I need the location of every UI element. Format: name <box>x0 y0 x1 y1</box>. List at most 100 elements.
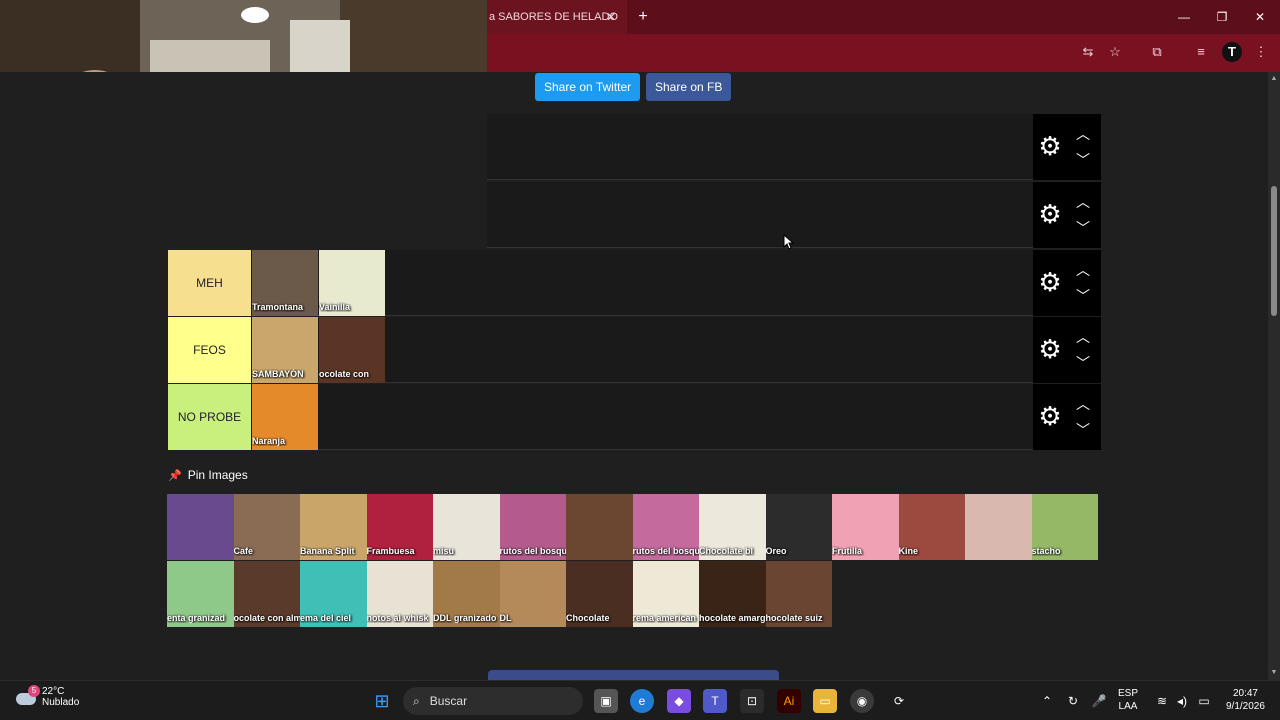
chrome-icon[interactable]: ◉ <box>850 689 874 713</box>
flavor-image[interactable]: rutos del bosqu <box>632 494 700 560</box>
flavor-label: SAMBAYÓN <box>252 369 304 379</box>
flavor-image[interactable]: notos al whisk <box>366 561 433 627</box>
move-down-chevron-icon[interactable]: ﹀ <box>1073 218 1093 238</box>
flavor-label: Chocolate <box>566 613 610 623</box>
flavor-image[interactable]: Oreo <box>765 494 832 560</box>
flavor-image[interactable]: ema del ciel <box>300 561 367 627</box>
share-fb-button[interactable]: Share on FB <box>646 73 732 101</box>
flavor-image[interactable]: Tramontana <box>252 250 318 316</box>
battery-icon[interactable]: ▭ <box>1192 689 1216 713</box>
search-icon: ⌕ <box>413 693 420 708</box>
profile-avatar[interactable]: T <box>1222 42 1242 62</box>
windows-taskbar: 5 22°C Nublado ⊞ ⌕ Buscar ▣ e ◆ T ⊡ Ai ▭… <box>0 680 1280 720</box>
file-explorer-icon[interactable]: ▭ <box>813 689 837 713</box>
task-view-icon[interactable]: ▣ <box>594 689 618 713</box>
scroll-up-icon[interactable]: ▲ <box>1268 74 1280 84</box>
flavor-label: rutos del bosqu <box>499 546 567 556</box>
download-button[interactable] <box>488 670 779 680</box>
copilot-icon[interactable]: ◆ <box>667 689 691 713</box>
tab-close-icon[interactable]: ✕ <box>603 9 619 25</box>
illustrator-icon[interactable]: Ai <box>777 689 801 713</box>
flavor-image[interactable] <box>167 494 234 560</box>
tier-label[interactable]: MEH <box>168 250 251 316</box>
sync-icon[interactable]: ↻ <box>1061 689 1085 713</box>
flavor-image[interactable]: Cafe <box>233 494 300 560</box>
settings-gear-icon[interactable]: ⚙ <box>1037 335 1063 363</box>
bookmark-star-icon[interactable]: ☆ <box>1105 42 1125 62</box>
tray-chevron-icon[interactable]: ⌃ <box>1035 689 1059 713</box>
move-up-chevron-icon[interactable]: ︿ <box>1073 124 1093 144</box>
settings-gear-icon[interactable]: ⚙ <box>1037 132 1063 160</box>
flavor-image[interactable]: Frambuesa <box>366 494 433 560</box>
browser-tab[interactable]: a SABORES DE HELADO ✕ <box>487 0 627 34</box>
flavor-image[interactable]: stacho <box>1031 494 1098 560</box>
flavor-label: Vainilla <box>319 302 351 312</box>
flavor-image[interactable]: ocolate con almend <box>233 561 301 627</box>
app-icon[interactable]: ⟳ <box>887 689 911 713</box>
flavor-image[interactable]: Naranja <box>252 384 318 450</box>
flavor-image[interactable]: Chocolate <box>566 561 633 627</box>
language-indicator[interactable]: ESP LAA <box>1118 687 1138 713</box>
move-down-chevron-icon[interactable]: ﹀ <box>1073 420 1093 440</box>
flavor-image[interactable]: hocolate amarg <box>699 561 766 627</box>
close-window-button[interactable]: ✕ <box>1247 6 1273 28</box>
volume-icon[interactable]: ◂) <box>1170 689 1194 713</box>
flavor-label: ocolate con almend <box>233 613 301 623</box>
new-tab-button[interactable]: + <box>632 6 654 28</box>
store-icon[interactable]: ⊡ <box>740 689 764 713</box>
teams-icon[interactable]: T <box>703 689 727 713</box>
flavor-label: Naranja <box>252 436 286 446</box>
move-up-chevron-icon[interactable]: ︿ <box>1073 192 1093 212</box>
move-up-chevron-icon[interactable]: ︿ <box>1073 327 1093 347</box>
move-down-chevron-icon[interactable]: ﹀ <box>1073 353 1093 373</box>
maximize-button[interactable]: ❐ <box>1209 6 1235 28</box>
flavor-image[interactable] <box>965 494 1032 560</box>
minimize-button[interactable]: — <box>1171 6 1197 28</box>
flavor-label: Banana Split <box>300 546 355 556</box>
scroll-down-icon[interactable]: ▼ <box>1268 668 1280 678</box>
tier-label[interactable]: FEOS <box>168 317 251 383</box>
flavor-image[interactable]: DL <box>499 561 566 627</box>
flavor-image[interactable]: hocolate suiz <box>765 561 832 627</box>
flavor-image[interactable]: enta granizad <box>167 561 234 627</box>
flavor-label: Oreo <box>765 546 787 556</box>
taskbar-search[interactable]: ⌕ Buscar <box>403 687 583 715</box>
move-up-chevron-icon[interactable]: ︿ <box>1073 394 1093 414</box>
flavor-image[interactable]: rema american <box>632 561 699 627</box>
page-scrollbar[interactable]: ▲ ▼ <box>1268 72 1280 680</box>
menu-kebab-icon[interactable]: ⋮ <box>1251 42 1271 62</box>
flavor-label: rutos del bosqu <box>632 546 700 556</box>
flavor-image[interactable]: ocolate con <box>319 317 385 383</box>
microphone-icon[interactable]: 🎤 <box>1087 689 1111 713</box>
flavor-image[interactable] <box>566 494 633 560</box>
share-twitter-button[interactable]: Share on Twitter <box>535 73 641 101</box>
flavor-label: enta granizad <box>167 613 226 623</box>
move-down-chevron-icon[interactable]: ﹀ <box>1073 286 1093 306</box>
translate-icon[interactable]: ⇆ <box>1078 42 1098 62</box>
weather-widget[interactable]: 5 22°C Nublado <box>16 685 79 708</box>
flavor-image[interactable]: DDL granizado <box>433 561 500 627</box>
move-down-chevron-icon[interactable]: ﹀ <box>1073 150 1093 170</box>
clock[interactable]: 20:47 9/1/2026 <box>1226 687 1265 713</box>
tier-label[interactable]: NO PROBE <box>168 384 251 450</box>
windows-start-icon[interactable]: ⊞ <box>370 689 394 713</box>
settings-gear-icon[interactable]: ⚙ <box>1037 268 1063 296</box>
settings-gear-icon[interactable]: ⚙ <box>1037 402 1063 430</box>
flavor-image[interactable]: misu <box>433 494 500 560</box>
flavor-image[interactable]: Banana Split <box>300 494 367 560</box>
media-icon[interactable]: ≡ <box>1191 42 1211 62</box>
image-pool: Cafe Banana Split Frambuesa misu rutos del b… <box>167 494 1102 628</box>
scroll-thumb[interactable] <box>1271 186 1277 316</box>
move-up-chevron-icon[interactable]: ︿ <box>1073 260 1093 280</box>
settings-gear-icon[interactable]: ⚙ <box>1037 200 1063 228</box>
mouse-cursor-icon <box>783 234 795 250</box>
flavor-image[interactable]: Vainilla <box>319 250 385 316</box>
edge-icon[interactable]: e <box>630 689 654 713</box>
flavor-image[interactable]: Frutilla <box>832 494 899 560</box>
flavor-image[interactable]: SAMBAYÓN <box>252 317 318 383</box>
browser-toolbar: ⇆ ☆ ⧉ ≡ T ⋮ <box>487 34 1280 72</box>
flavor-image[interactable]: rutos del bosqu <box>499 494 567 560</box>
flavor-image[interactable]: Kine <box>898 494 965 560</box>
flavor-image[interactable]: Chocolate bl <box>699 494 766 560</box>
extensions-icon[interactable]: ⧉ <box>1147 42 1167 62</box>
